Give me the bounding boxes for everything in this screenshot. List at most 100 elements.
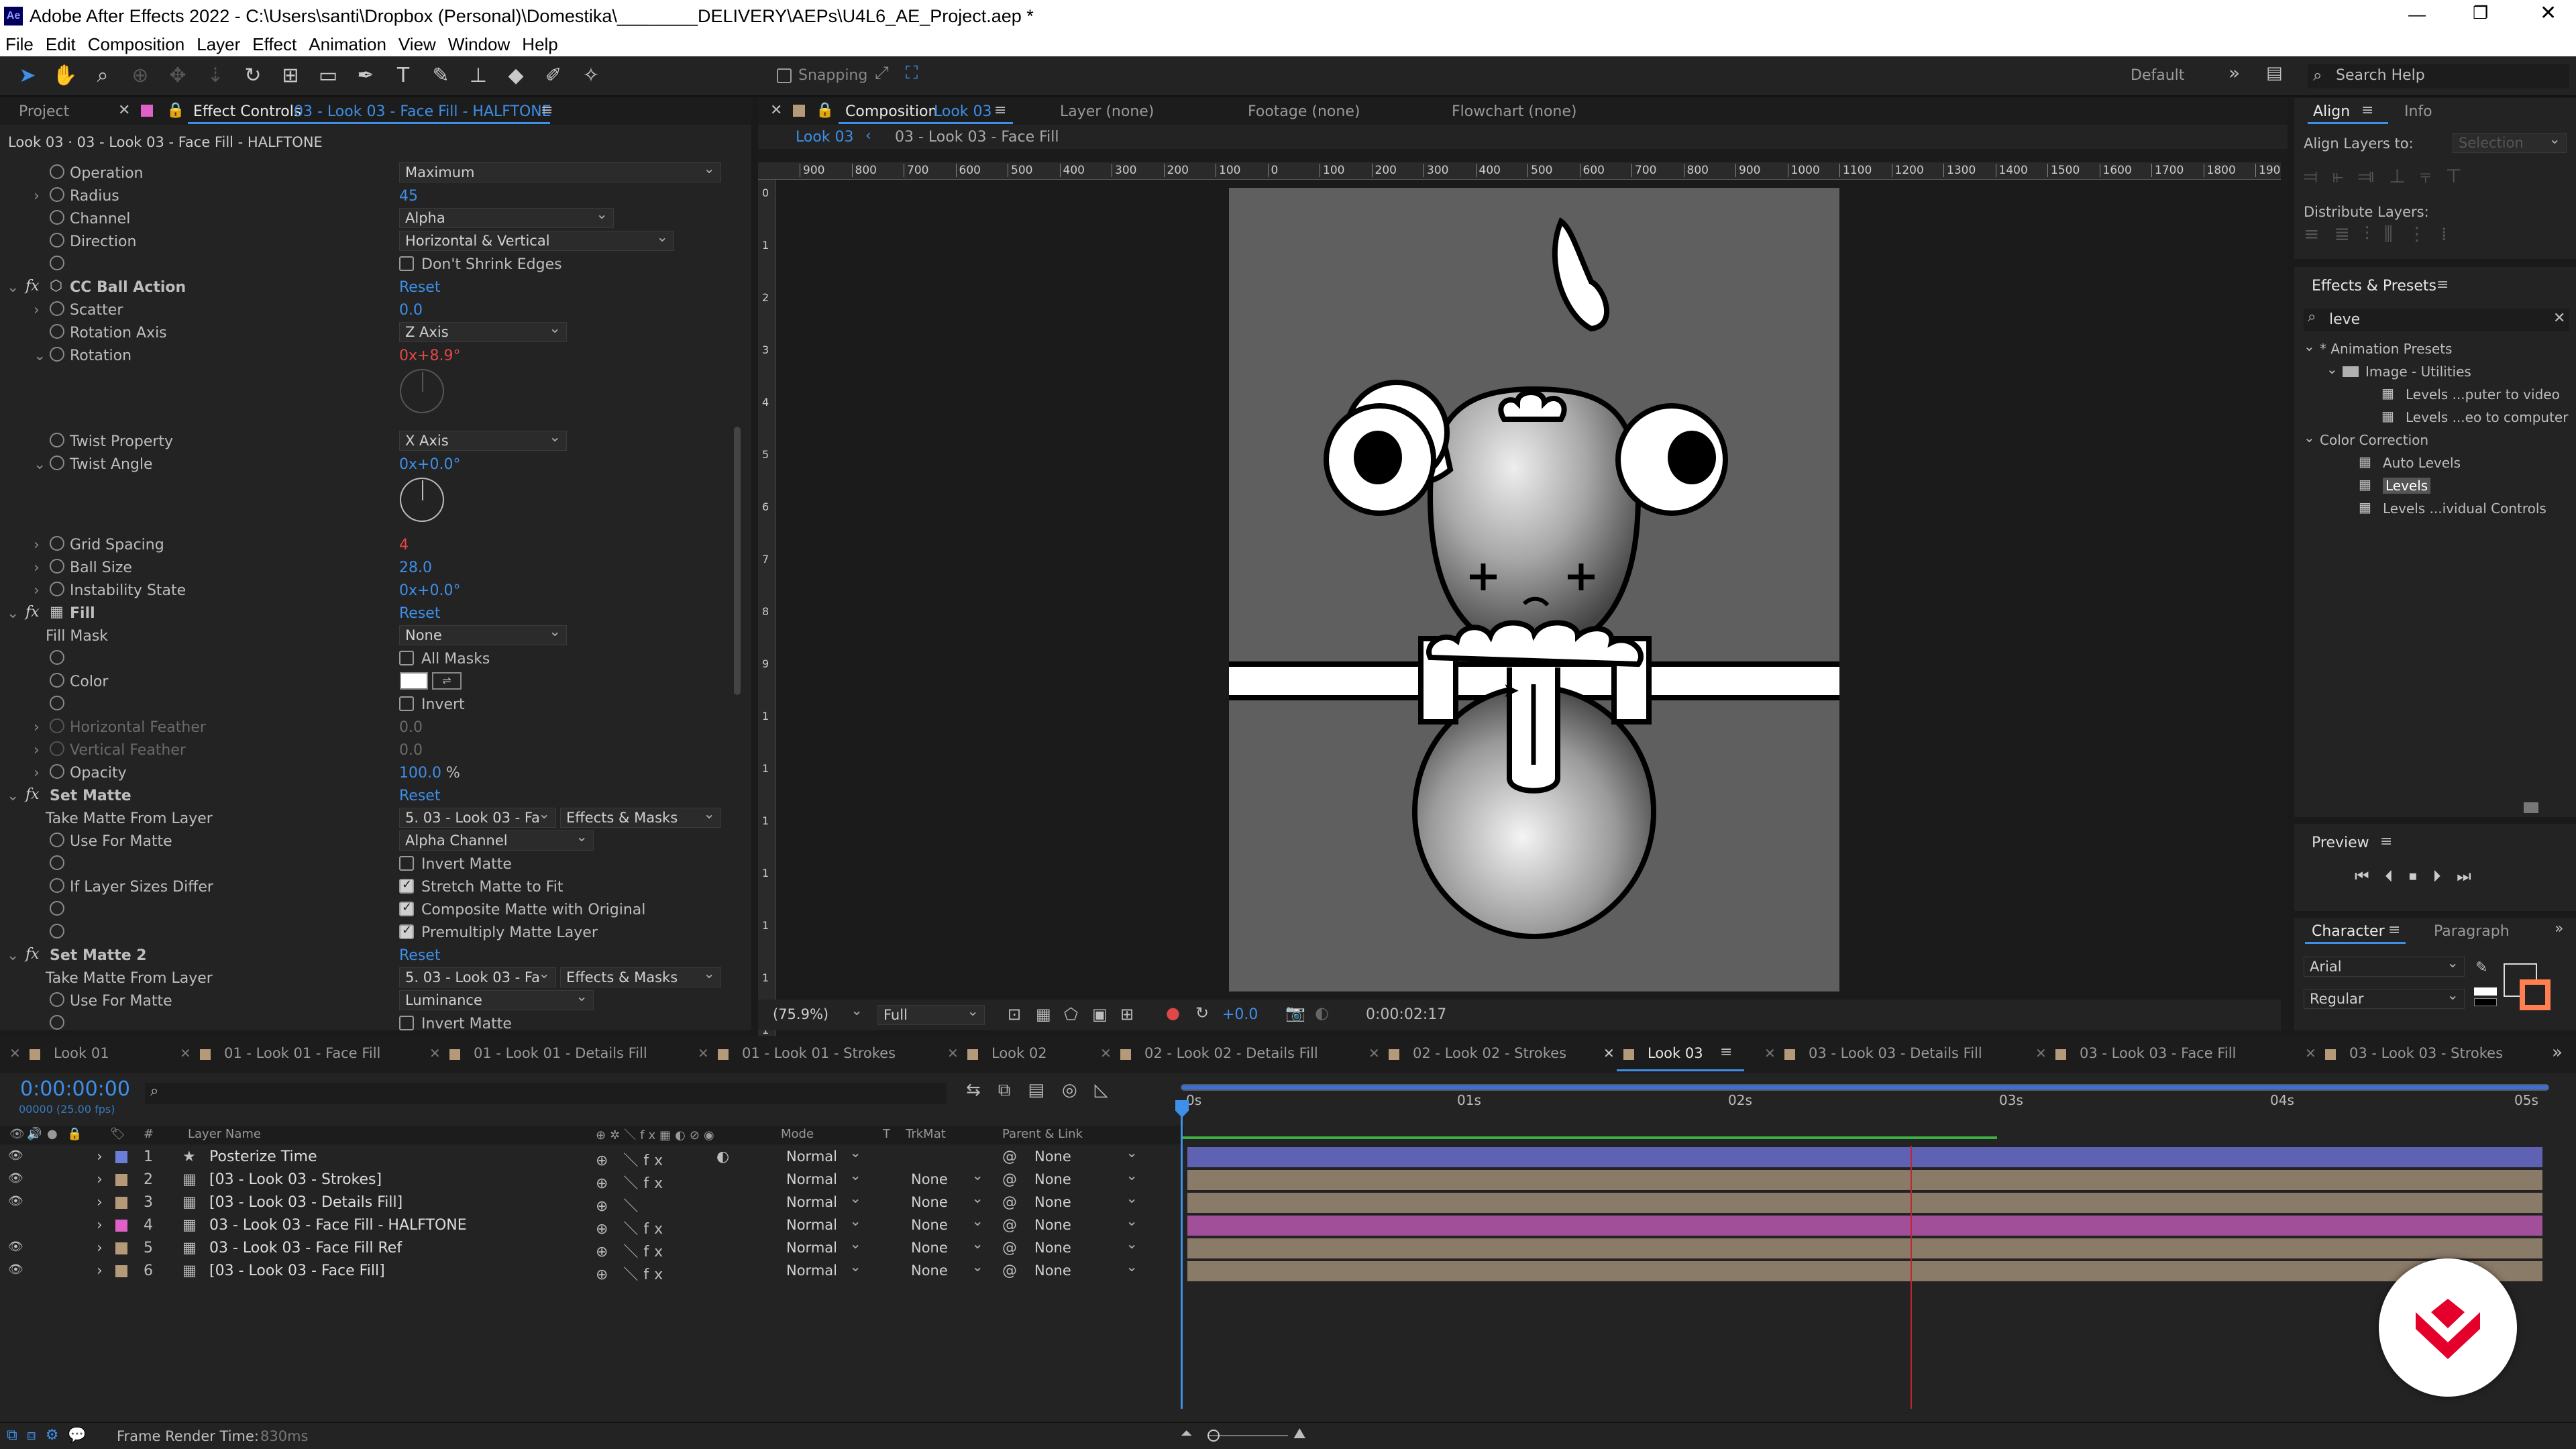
white-swatch[interactable] <box>2474 987 2497 996</box>
layer-row[interactable]: 👁 › 2 ▦ [03 - Look 03 - Strokes] ⊕ ＼fx Normal N… <box>0 1166 1184 1193</box>
stopwatch-icon[interactable] <box>50 878 64 893</box>
expand-arrow-icon[interactable]: › <box>34 537 40 553</box>
timeline-zoom-slider[interactable] <box>1208 1430 1288 1442</box>
adjustment-layer-icon[interactable]: ◐ <box>716 1148 729 1165</box>
blend-mode-dropdown[interactable]: Normal <box>781 1166 867 1190</box>
fill-color-swatch[interactable] <box>400 672 428 690</box>
pickwhip-icon[interactable]: @ <box>1002 1263 1017 1279</box>
expand-arrow-icon[interactable]: › <box>34 742 40 759</box>
comp-viewer-canvas[interactable] <box>1229 188 1839 991</box>
close-tab-icon[interactable]: ✕ <box>180 1045 191 1061</box>
twirl-arrow-icon[interactable]: › <box>97 1217 103 1234</box>
layer-switches[interactable]: ⊕ ＼fx <box>596 1171 668 1193</box>
dolly-camera-icon[interactable]: ⇣ <box>201 62 229 90</box>
region-of-interest-icon[interactable]: ⊡ <box>1008 1005 1021 1024</box>
direction-dropdown[interactable]: Horizontal & Vertical <box>399 227 674 251</box>
premultiply-checkbox[interactable] <box>399 923 414 939</box>
eraser-tool-icon[interactable]: ◆ <box>502 62 530 90</box>
layer-duration-bar[interactable] <box>1187 1170 2542 1190</box>
operation-dropdown[interactable]: Maximum <box>399 159 721 182</box>
ec-layer-name[interactable]: 03 - Look 03 - Face Fill - HALFTONE <box>294 103 551 120</box>
distribute-buttons[interactable]: ≡≣⫶⫼⋮⁞ <box>2304 223 2462 246</box>
collapse-arrow-icon[interactable]: ⌄ <box>7 605 19 622</box>
stopwatch-icon[interactable] <box>50 164 64 179</box>
fill-mask-dropdown[interactable]: None <box>399 622 567 645</box>
layer-row[interactable]: 👁 › 3 ▦ [03 - Look 03 - Details Fill] ⊕ ＼ Norm… <box>0 1189 1184 1216</box>
use-for-matte-2-dropdown[interactable]: Luminance <box>399 987 594 1010</box>
use-for-matte-dropdown[interactable]: Alpha Channel <box>399 827 594 851</box>
font-family-dropdown[interactable]: Arial <box>2304 953 2465 977</box>
vertical-ruler[interactable]: 01234567891111111 <box>758 180 775 1079</box>
stopwatch-icon[interactable] <box>50 187 64 202</box>
grid-options-icon[interactable]: ⊞ <box>1120 1005 1134 1024</box>
rotate-tool-icon[interactable]: ↻ <box>239 62 267 90</box>
track-matte-dropdown[interactable]: None <box>906 1189 989 1213</box>
snapping-checkbox[interactable] <box>777 68 792 83</box>
rotation-dial[interactable] <box>400 369 444 413</box>
stopwatch-icon[interactable] <box>50 433 64 447</box>
brush-tool-icon[interactable]: ✎ <box>427 62 455 90</box>
crumb-face-fill[interactable]: 03 - Look 03 - Face Fill <box>895 129 1059 146</box>
tab-effect-controls[interactable]: Effect Controls <box>193 103 301 120</box>
tab-project[interactable]: Project <box>19 103 69 120</box>
collapse-arrow-icon[interactable]: ⌄ <box>34 456 46 473</box>
search-help-field[interactable]: ⌕ Search Help <box>2308 64 2569 89</box>
close-tab-icon[interactable]: ✕ <box>1764 1045 1776 1061</box>
expand-arrow-icon[interactable]: › <box>34 719 40 736</box>
take-matte-2-source-dropdown[interactable]: Effects & Masks <box>560 964 721 987</box>
tab-flowchart[interactable]: Flowchart (none) <box>1452 103 1576 120</box>
layer-switches[interactable]: ⊕ ＼fx <box>596 1240 668 1261</box>
eye-icon[interactable]: 👁 <box>8 1194 23 1208</box>
pen-tool-icon[interactable]: ✒ <box>352 62 380 90</box>
fxp-tree-item[interactable]: ▦ Levels ...ividual Controls <box>2294 498 2576 521</box>
close-tab-icon[interactable]: ✕ <box>770 102 782 119</box>
layer-switches[interactable]: ⊕ ＼ <box>596 1194 643 1216</box>
text-eyedropper-icon[interactable]: ✎ <box>2475 959 2487 976</box>
fxp-tree-item[interactable]: ▦ Levels ...puter to video <box>2294 384 2576 407</box>
label-color-swatch[interactable] <box>115 1220 127 1232</box>
black-swatch[interactable] <box>2474 998 2497 1006</box>
menu-composition[interactable]: Composition <box>88 34 185 55</box>
comp-mini-flowchart-icon[interactable]: ⇆ <box>966 1080 998 1100</box>
character-menu-icon[interactable]: ≡ <box>2388 922 2400 938</box>
twirl-arrow-icon[interactable]: › <box>97 1194 103 1211</box>
layer-switches[interactable]: ⊕ ＼fx <box>596 1217 668 1238</box>
lock-icon[interactable]: 🔒 <box>166 102 184 119</box>
playhead[interactable] <box>1181 1103 1183 1409</box>
stopwatch-icon[interactable] <box>50 833 64 847</box>
fx-toggle-icon[interactable]: fx <box>25 604 40 621</box>
expand-arrow-icon[interactable]: › <box>34 765 40 782</box>
parent-dropdown[interactable]: None <box>1029 1212 1143 1236</box>
parent-dropdown[interactable]: None <box>1029 1166 1143 1190</box>
tabs-overflow-icon[interactable]: » <box>2552 1042 2563 1063</box>
layer-duration-bar[interactable] <box>1187 1193 2542 1213</box>
composite-matte-checkbox[interactable] <box>399 900 414 916</box>
fxp-resize-icon[interactable] <box>2524 802 2538 813</box>
orbit-camera-icon[interactable]: ⊕ <box>126 62 154 90</box>
stopwatch-icon[interactable] <box>50 536 64 551</box>
fxp-tree-item[interactable]: ▦ Levels ...eo to computer <box>2294 407 2576 429</box>
menu-effect[interactable]: Effect <box>252 34 297 55</box>
layer-row[interactable]: › 4 ▦ 03 - Look 03 - Face Fill - HALFTONE ⊕ … <box>0 1212 1184 1238</box>
tab-layer[interactable]: Layer (none) <box>1060 103 1154 120</box>
timeline-current-time[interactable]: 0:00:00:00 <box>20 1077 130 1101</box>
stopwatch-icon[interactable] <box>50 696 64 710</box>
fxp-search-field[interactable]: ⌕ leve ✕ <box>2304 309 2569 331</box>
stopwatch-icon[interactable] <box>50 210 64 225</box>
rectangle-tool-icon[interactable]: ▭ <box>314 62 342 90</box>
zoom-tool-icon[interactable]: ⌕ <box>89 62 117 90</box>
stopwatch-icon[interactable] <box>50 764 64 779</box>
layer-row[interactable]: 👁 › 5 ▦ 03 - Look 03 - Face Fill Ref ⊕ ＼fx Nor… <box>0 1234 1184 1261</box>
comp-name[interactable]: Look 03 <box>934 103 992 120</box>
fill-reset-link[interactable]: Reset <box>399 605 440 622</box>
zoom-in-icon[interactable]: ⛰ <box>1293 1426 1305 1442</box>
layer-name-header[interactable]: Layer Name <box>188 1127 261 1141</box>
parent-dropdown[interactable]: None <box>1029 1189 1143 1213</box>
invert-matte-checkbox[interactable] <box>399 856 414 871</box>
mask-visibility-icon[interactable]: ⬠ <box>1064 1005 1078 1024</box>
fxp-tree-item[interactable]: ⌄ * Animation Presets <box>2294 338 2576 361</box>
collapse-arrow-icon[interactable]: ⌄ <box>7 788 19 804</box>
stopwatch-icon[interactable] <box>50 455 64 470</box>
fxp-tree-item[interactable]: ⌄ Color Correction <box>2294 429 2576 452</box>
stopwatch-icon[interactable] <box>50 233 64 248</box>
